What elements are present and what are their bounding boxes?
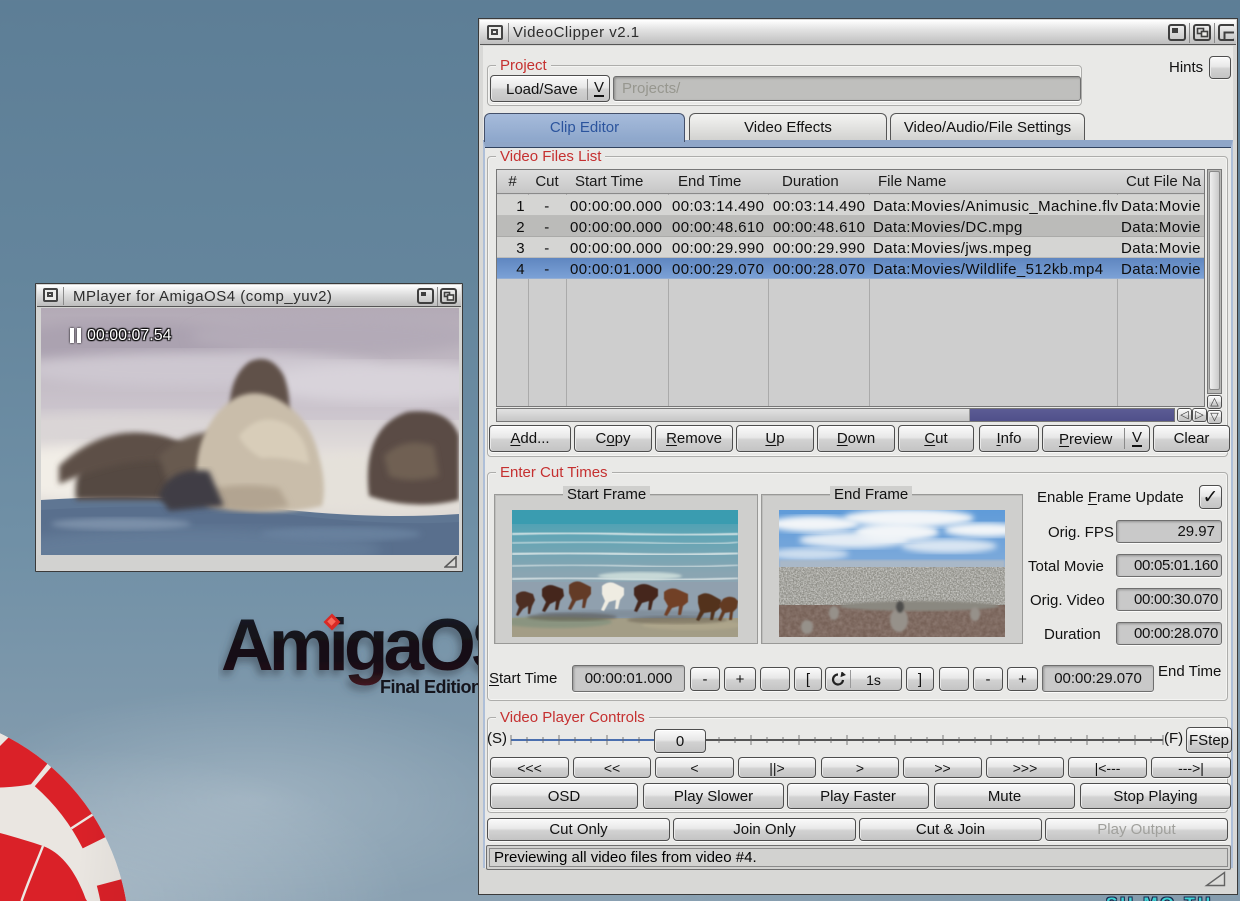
svg-text:Final Edition: Final Edition (380, 677, 478, 697)
svg-text:AmigaOS: AmigaOS (221, 605, 478, 686)
